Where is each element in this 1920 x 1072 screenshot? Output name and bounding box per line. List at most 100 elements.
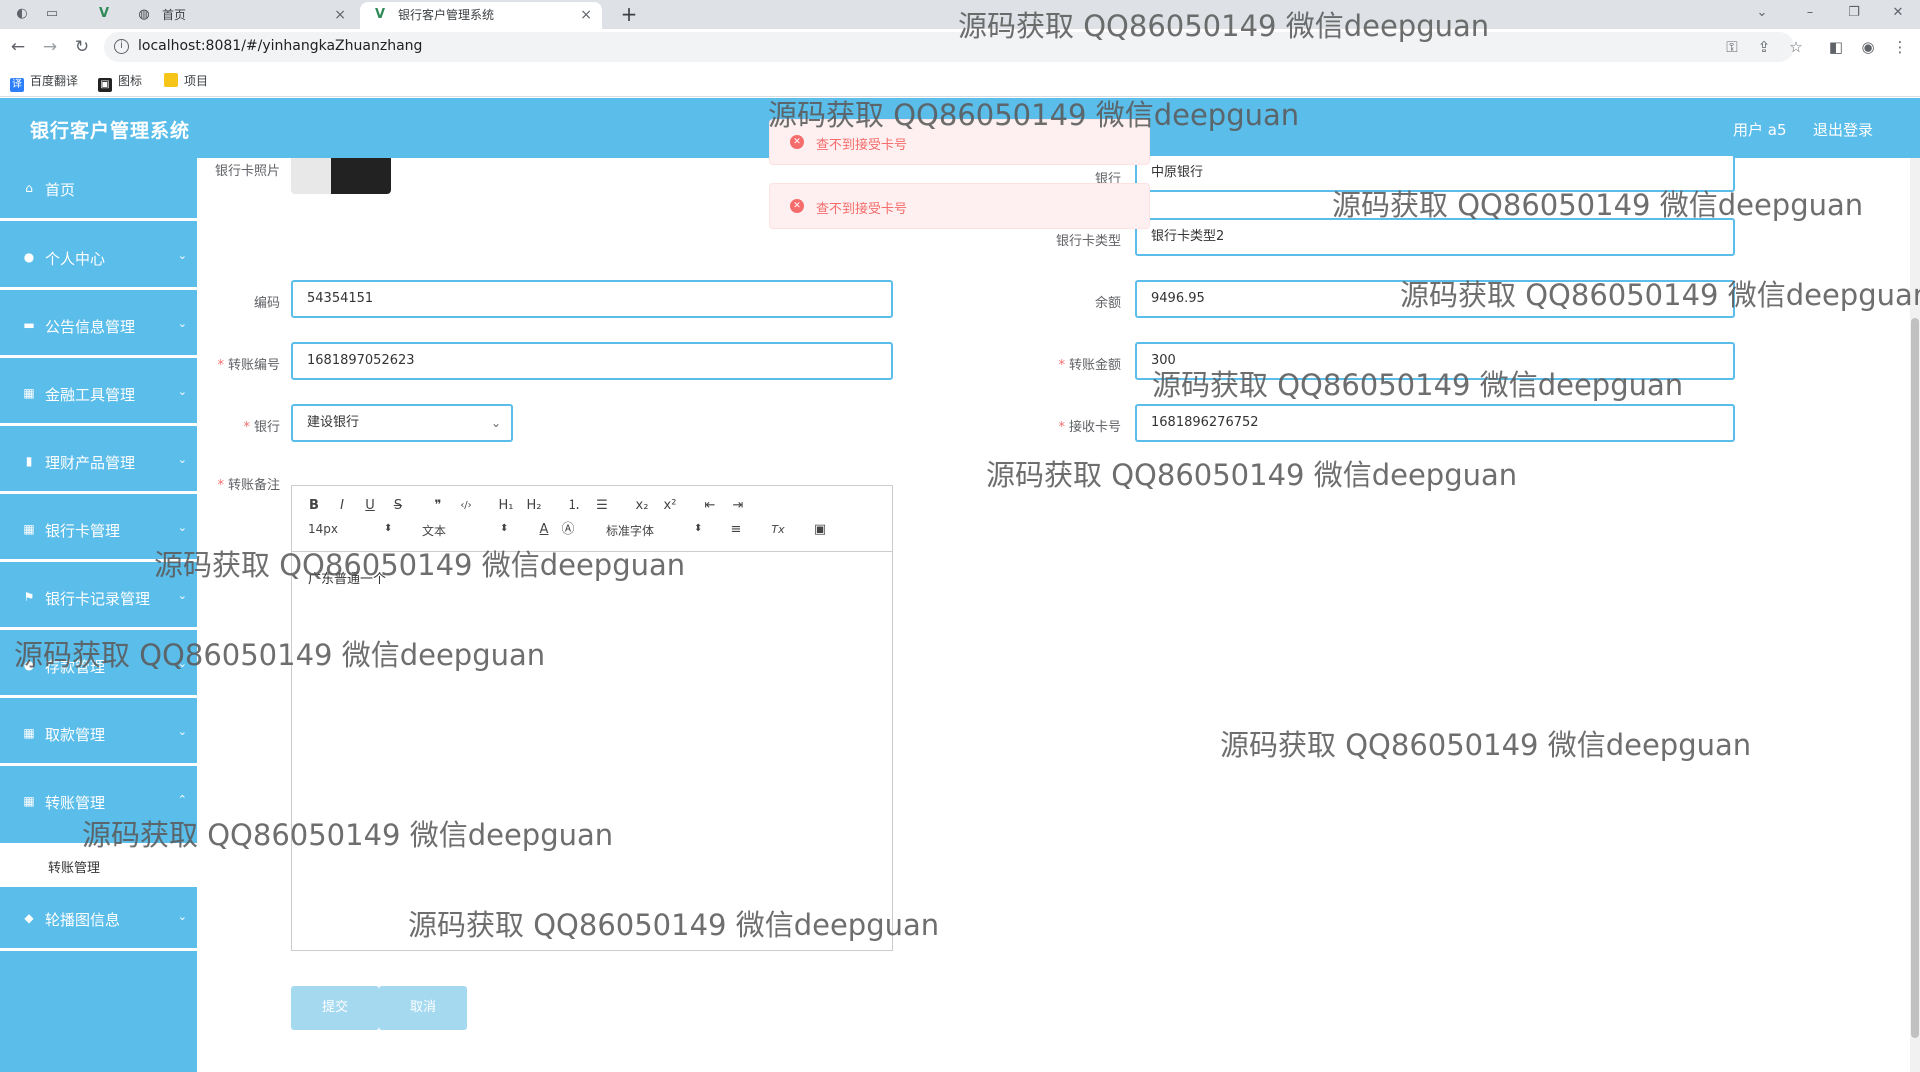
tab-title: 首页 <box>162 8 187 22</box>
sidebar: ⌂ 首页 ● 个人中心 ⌄ ▬ 公告信息管理 ⌄ ▦ 金融工具管理 ⌄ ▮ 理财… <box>0 158 197 1072</box>
key-icon[interactable]: ⚿ <box>1722 37 1742 57</box>
star-icon[interactable]: ☆ <box>1786 37 1806 57</box>
code-field[interactable]: 54354151 <box>291 280 893 318</box>
clear-format-button[interactable]: Tx <box>768 520 788 540</box>
flag-icon: ⚑ <box>23 590 35 604</box>
underline-button[interactable]: U <box>360 496 380 516</box>
header-1-button[interactable]: H₁ <box>496 496 516 516</box>
more-icon[interactable]: ⋮ <box>1890 37 1910 57</box>
sidebar-item-bank-card[interactable]: ▦ 银行卡管理 ⌄ <box>0 500 197 562</box>
bullet-list-button[interactable]: ☰ <box>592 496 612 516</box>
font-size-picker[interactable]: 14px ⬍ <box>308 522 398 536</box>
tab-home[interactable]: ◍ 首页 × <box>124 2 356 29</box>
translate-icon: 译 <box>10 78 24 92</box>
code-block-button[interactable]: ‹/› <box>456 496 476 516</box>
sidebar-subitem-transfer-manage[interactable]: 转账管理 <box>0 843 197 887</box>
side-panel-icon[interactable]: ◧ <box>1826 37 1846 57</box>
card-type-label: 银行卡类型 <box>1055 234 1121 249</box>
sidebar-item-label: 首页 <box>45 181 76 199</box>
forward-icon[interactable]: → <box>38 35 62 59</box>
new-tab-button[interactable]: + <box>616 2 642 28</box>
field-value: 中原银行 <box>1151 165 1204 180</box>
thumb-icon: ◆ <box>24 911 34 925</box>
photo-label: 银行卡照片 <box>214 164 280 179</box>
header-2-button[interactable]: H₂ <box>524 496 544 516</box>
bookmark-project[interactable]: 项目 <box>164 72 208 90</box>
sidebar-item-deposit[interactable]: ● 存款管理 ⌄ <box>0 636 197 698</box>
card-type-field[interactable]: 银行卡类型2 <box>1135 218 1735 256</box>
indent-button[interactable]: ⇥ <box>728 496 748 516</box>
editor-content[interactable]: 广东普通一个 <box>308 568 386 587</box>
notice-icon: ▬ <box>23 318 35 332</box>
bank-right-field[interactable]: 中原银行 <box>1135 154 1735 192</box>
share-icon[interactable]: ⇪ <box>1754 37 1774 57</box>
outdent-button[interactable]: ⇤ <box>700 496 720 516</box>
sidebar-item-profile[interactable]: ● 个人中心 ⌄ <box>0 228 197 290</box>
bookmark-icons[interactable]: ▣ 图标 <box>98 72 142 92</box>
label-text: 银行 <box>253 420 280 435</box>
rich-text-editor: B I U S ❞ ‹/› H₁ H₂ ⒈ ☰ x₂ x² ⇤ ⇥ 14px ⬍ … <box>291 485 893 951</box>
sidebar-item-withdraw[interactable]: ▦ 取款管理 ⌄ <box>0 704 197 766</box>
sidebar-item-transfer[interactable]: ▦ 转账管理 ⌃ <box>0 772 197 843</box>
ordered-list-button[interactable]: ⒈ <box>564 496 584 516</box>
chevron-up-icon: ⌃ <box>177 793 187 806</box>
bank-select[interactable]: 建设银行 ⌄ <box>291 404 513 442</box>
tab-bank-system[interactable]: V 银行客户管理系统 × <box>360 2 602 29</box>
vue-favicon-icon[interactable]: V <box>96 6 112 22</box>
receive-card-field[interactable]: 1681896276752 <box>1135 404 1735 442</box>
sidebar-item-label: 个人中心 <box>45 250 106 268</box>
field-value: 9496.95 <box>1151 291 1205 306</box>
blockquote-button[interactable]: ❞ <box>428 496 448 516</box>
site-info-icon[interactable]: i <box>114 39 129 54</box>
url-text[interactable]: localhost:8081/#/yinhangkaZhuanzhang <box>138 38 422 54</box>
cancel-button[interactable]: 取消 <box>379 986 467 1030</box>
amount-field[interactable]: 300 <box>1135 342 1735 380</box>
field-value: 54354151 <box>307 291 374 306</box>
transfer-no-field[interactable]: 1681897052623 <box>291 342 893 380</box>
close-window-icon[interactable]: ✕ <box>1876 0 1920 29</box>
subscript-button[interactable]: x₂ <box>632 496 652 516</box>
align-button[interactable]: ≡ <box>726 520 746 540</box>
reload-icon[interactable]: ↻ <box>70 35 94 59</box>
folder-icon <box>164 73 178 87</box>
grid-icon: ▦ <box>23 386 35 400</box>
transfer-no-label: * 转账编号 <box>197 354 280 373</box>
submit-button[interactable]: 提交 <box>291 986 379 1030</box>
minimize-icon[interactable]: – <box>1788 0 1832 29</box>
profile-icon[interactable]: ◉ <box>1858 37 1878 57</box>
tab-page-icon[interactable]: ▭ <box>44 6 60 22</box>
scrollbar-thumb[interactable] <box>1911 318 1919 1038</box>
chrome-menu-icon[interactable]: ◐ <box>14 6 30 22</box>
tab-close-icon[interactable]: × <box>580 3 592 28</box>
picker-value: 文本 <box>422 524 447 538</box>
balance-field[interactable]: 9496.95 <box>1135 280 1735 318</box>
updown-icon: ⬍ <box>384 523 393 534</box>
sidebar-item-card-records[interactable]: ⚑ 银行卡记录管理 ⌄ <box>0 568 197 630</box>
sidebar-item-wealth-products[interactable]: ▮ 理财产品管理 ⌄ <box>0 432 197 494</box>
header-picker[interactable]: 文本 ⬍ <box>422 522 512 539</box>
sidebar-subitem-label: 转账管理 <box>48 861 101 876</box>
bank-card-photo[interactable] <box>291 158 391 194</box>
superscript-button[interactable]: x² <box>660 496 680 516</box>
chevron-down-icon: ⌄ <box>177 453 187 466</box>
font-color-button[interactable]: A <box>534 520 554 540</box>
background-color-button[interactable]: Ⓐ <box>558 520 578 540</box>
sidebar-item-notice[interactable]: ▬ 公告信息管理 ⌄ <box>0 296 197 358</box>
italic-button[interactable]: I <box>332 496 352 516</box>
image-button[interactable]: ▣ <box>810 520 830 540</box>
chevron-down-icon: ⌄ <box>177 725 187 738</box>
tab-close-icon[interactable]: × <box>334 3 346 28</box>
tab-search-icon[interactable]: ⌄ <box>1740 0 1784 29</box>
chevron-down-icon: ⌄ <box>177 249 187 262</box>
sidebar-item-carousel[interactable]: ◆ 轮播图信息 ⌄ <box>0 889 197 951</box>
strike-button[interactable]: S <box>388 496 408 516</box>
font-family-picker[interactable]: 标准字体 ⬍ <box>606 522 706 539</box>
logout-link[interactable]: 退出登录 <box>1813 119 1873 140</box>
restore-icon[interactable]: ❐ <box>1832 0 1876 29</box>
bold-button[interactable]: B <box>304 496 324 516</box>
sidebar-item-finance-tools[interactable]: ▦ 金融工具管理 ⌄ <box>0 364 197 426</box>
back-icon[interactable]: ← <box>6 35 30 59</box>
address-bar[interactable]: i localhost:8081/#/yinhangkaZhuanzhang <box>104 32 1794 62</box>
sidebar-item-home[interactable]: ⌂ 首页 <box>0 159 197 221</box>
bookmark-baidu-translate[interactable]: 译百度翻译 <box>10 72 78 92</box>
